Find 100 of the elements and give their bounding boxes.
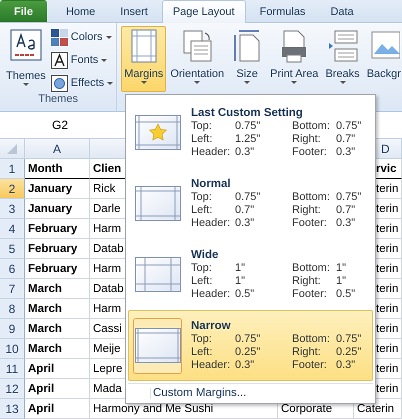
row-header[interactable]: 10 <box>0 339 25 359</box>
ribbon-button[interactable]: Orientation <box>167 26 228 92</box>
ribbon-tab[interactable]: Page Layout <box>162 0 246 23</box>
ribbon-tab[interactable]: Home <box>54 0 106 22</box>
margin-label: Top: <box>191 262 213 274</box>
margin-value: 0.3" <box>336 358 356 372</box>
themes-icon <box>10 29 42 61</box>
theme-option-button[interactable]: Effects <box>50 73 114 93</box>
margin-value: 0.3" <box>235 358 256 372</box>
row-header[interactable]: 5 <box>0 239 25 259</box>
cell-text: February <box>28 242 78 254</box>
margin-label: Left: <box>191 274 214 288</box>
margin-label: Top: <box>191 190 213 204</box>
option-title: Normal <box>191 178 232 190</box>
margin-value: 0.25" <box>336 346 362 358</box>
cell-text: Cassi <box>93 322 122 334</box>
ribbon-button[interactable]: Backgr <box>364 26 402 92</box>
select-all-icon[interactable] <box>7 144 17 154</box>
column-header[interactable]: A <box>25 139 90 159</box>
margins-option[interactable]: Normal Top: 0.75" Bottom: 0.75" Left: 0.7" Right: 0.7" Header: 0.3" Footer: 0.3" <box>128 168 373 239</box>
cell-text: January <box>28 202 72 214</box>
ribbon-button[interactable]: Breaks <box>322 26 363 92</box>
margin-value: 1.25" <box>235 132 262 146</box>
margin-value: 1" <box>336 262 348 274</box>
margin-value: 1" <box>235 262 246 274</box>
row-header[interactable]: 3 <box>0 199 25 219</box>
cell-text: terin <box>376 282 398 294</box>
color-swatch-icon <box>50 28 68 46</box>
ribbon-button[interactable]: Print Area <box>267 26 322 92</box>
themes-button[interactable]: Themes <box>3 26 49 92</box>
margin-label: Header: <box>191 288 232 300</box>
ribbon-tab[interactable]: Insert <box>109 0 159 22</box>
margin-label: Header: <box>191 358 232 372</box>
cell-text: Month <box>28 162 62 174</box>
cell-text: Datab <box>93 282 124 294</box>
margin-value: 0.5" <box>235 288 256 300</box>
row-header[interactable]: 9 <box>0 319 25 339</box>
cell-text: Meije <box>93 342 120 354</box>
margin-label: Left: <box>191 132 214 146</box>
margin-value: 0.75" <box>336 190 362 204</box>
margin-label: Footer: <box>292 288 328 300</box>
margin-label: Footer: <box>292 358 328 372</box>
cell-text: February <box>28 222 78 234</box>
cell-text: Harmony and Me Sushi <box>93 402 214 414</box>
margin-label: Top: <box>191 120 213 132</box>
margin-value: 0.75" <box>336 120 362 132</box>
margins-option[interactable]: Wide Top: 1" Bottom: 1" Left: 1" Right: 1" Header: 0.5" Footer: 0.5" <box>128 239 373 310</box>
option-title: Narrow <box>191 320 232 332</box>
row-header[interactable]: 8 <box>0 299 25 319</box>
row-header[interactable]: 6 <box>0 259 25 279</box>
cell-text: March <box>28 322 62 334</box>
cell-text: March <box>28 342 62 354</box>
name-box[interactable]: G2 <box>0 118 120 132</box>
row-header[interactable]: 2 <box>0 179 25 199</box>
cell-text: Datab <box>93 242 124 254</box>
group-label: Themes <box>37 93 79 108</box>
margin-value: 0.75" <box>235 120 262 132</box>
cell-text: terin <box>376 182 398 194</box>
page-margins-icon <box>134 115 180 150</box>
cell-text: February <box>28 262 78 274</box>
cell-text: terin <box>376 342 398 354</box>
ribbon-button[interactable]: Margins <box>121 26 166 92</box>
margin-label: Bottom: <box>292 190 331 204</box>
page-breaks-icon <box>326 29 359 63</box>
row-header[interactable]: 13 <box>0 399 25 419</box>
theme-option-button[interactable]: Colors <box>50 27 114 47</box>
effects-icon <box>50 74 68 92</box>
page-margins-icon <box>134 328 180 363</box>
cell-text: Darle <box>93 202 120 214</box>
margin-value: 0.25" <box>235 346 262 358</box>
cell-text: March <box>28 302 62 314</box>
margin-label: Right: <box>292 346 322 358</box>
margin-value: 0.7" <box>336 132 356 146</box>
ribbon-button[interactable]: Size <box>228 26 266 92</box>
margin-label: Right: <box>292 274 322 288</box>
margins-option[interactable]: Narrow Top: 0.75" Bottom: 0.75" Left: 0.25" Right: 0.25" Header: 0.3" Footer: 0.3" <box>128 310 373 381</box>
margin-label: Footer: <box>292 146 328 158</box>
row-header[interactable]: 7 <box>0 279 25 299</box>
theme-option-button[interactable]: Fonts <box>50 50 114 70</box>
cell-text: Corporate <box>281 402 332 414</box>
file-tab[interactable]: File <box>0 0 47 22</box>
cell-text: terin <box>376 382 398 394</box>
ribbon-tab[interactable]: Formulas <box>248 0 316 22</box>
cell-text: terin <box>376 322 398 334</box>
margin-label: Bottom: <box>292 332 331 346</box>
margin-value: 0.7" <box>336 204 356 216</box>
margin-value: 1" <box>235 274 246 288</box>
cell-text: terin <box>376 222 398 234</box>
cell-text: January <box>28 182 72 194</box>
row-header[interactable]: 4 <box>0 219 25 239</box>
cell-text: Rick <box>93 182 116 194</box>
custom-margins-item[interactable]: Custom Margins... <box>153 386 246 398</box>
row-header[interactable]: 12 <box>0 379 25 399</box>
pages-icon <box>181 29 214 63</box>
row-header[interactable]: 1 <box>0 159 25 179</box>
cell-text: Mada <box>93 382 122 394</box>
ribbon-tab[interactable]: Data <box>319 0 365 22</box>
row-header[interactable]: 11 <box>0 359 25 379</box>
margin-value: 0.3" <box>336 216 356 230</box>
margin-label: Right: <box>292 132 322 146</box>
